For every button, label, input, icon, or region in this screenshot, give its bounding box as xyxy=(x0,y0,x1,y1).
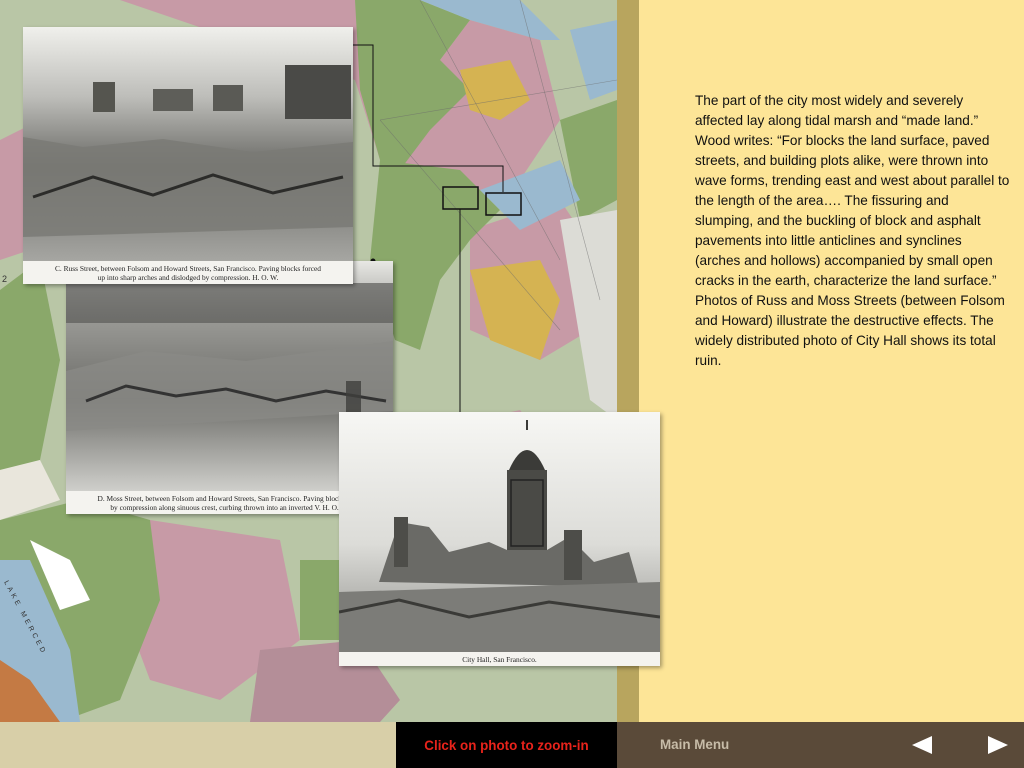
triangle-left-icon xyxy=(912,736,932,754)
russ-street-caption: C. Russ Street, between Folsom and Howar… xyxy=(54,264,322,282)
zoom-hint-box: Click on photo to zoom-in xyxy=(396,722,617,768)
navigation-bar: Main Menu xyxy=(617,722,1024,768)
triangle-right-icon xyxy=(988,736,1008,754)
next-page-button[interactable] xyxy=(986,734,1010,756)
body-text: The part of the city most widely and sev… xyxy=(695,93,1010,368)
russ-street-photo[interactable]: C. Russ Street, between Folsom and Howar… xyxy=(23,27,353,284)
city-hall-image xyxy=(339,412,660,652)
previous-page-button[interactable] xyxy=(910,734,934,756)
city-hall-caption: City Hall, San Francisco. xyxy=(462,655,537,664)
main-menu-button[interactable]: Main Menu xyxy=(660,722,729,768)
russ-street-image xyxy=(23,27,353,261)
text-panel: The part of the city most widely and sev… xyxy=(639,0,1024,722)
zoom-hint-text: Click on photo to zoom-in xyxy=(424,737,589,753)
map-edge-numeral: 2 xyxy=(2,274,7,284)
city-hall-photo[interactable]: City Hall, San Francisco. xyxy=(339,412,660,666)
